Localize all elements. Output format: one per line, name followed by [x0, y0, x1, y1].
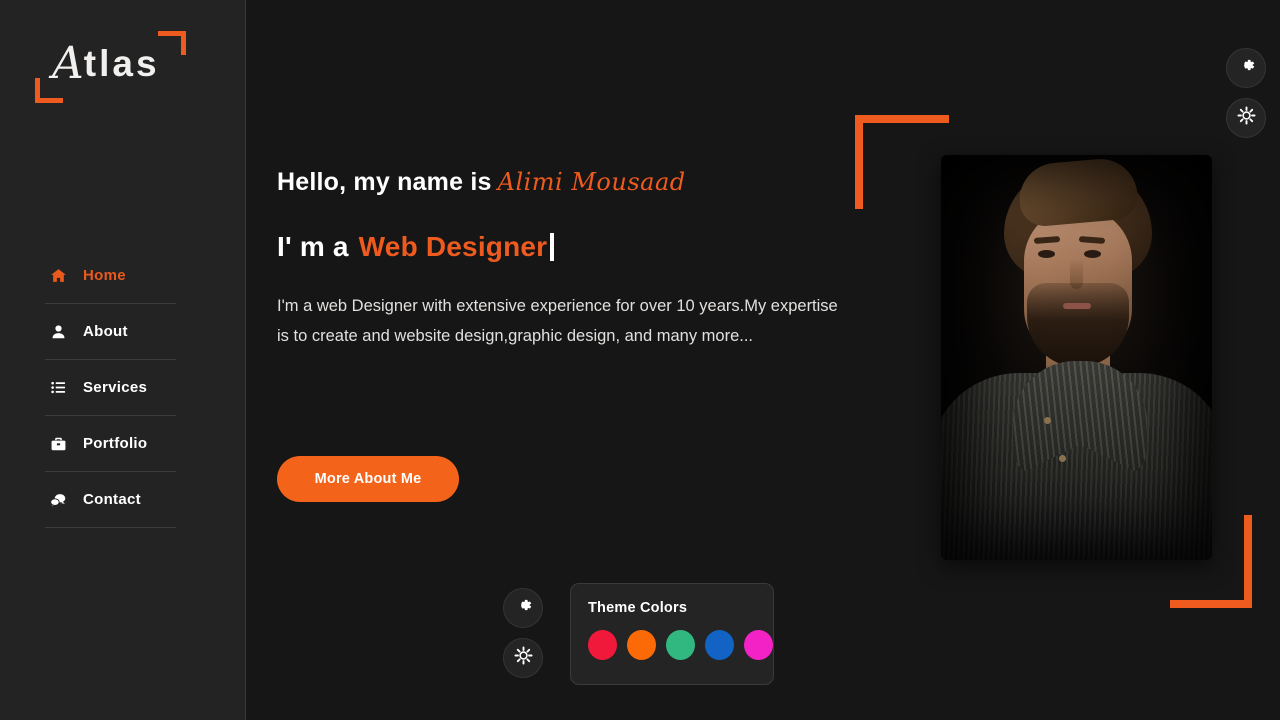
settings-button[interactable] [1226, 48, 1266, 88]
page-root: Atlas Home About Services Portfolio Cont… [0, 0, 1280, 720]
sidebar-item-label: Home [83, 267, 126, 284]
theme-swatch-magenta[interactable] [744, 630, 773, 660]
sidebar-item-label: Contact [83, 491, 141, 508]
theme-swatch-red[interactable] [588, 630, 617, 660]
typing-caret-icon [550, 233, 555, 261]
logo-rest: tlas [83, 43, 160, 84]
theme-swatch-orange[interactable] [627, 630, 656, 660]
frame-bracket-top-left-icon [855, 115, 949, 209]
hero-text-block: Hello, my name is Alimi Mousaad I' m a We… [277, 168, 897, 351]
logo[interactable]: Atlas [0, 0, 246, 130]
theme-color-swatches [588, 630, 773, 660]
main-content: Hello, my name is Alimi Mousaad I' m a We… [246, 0, 1280, 720]
hero-role-line: I' m a Web Designer [277, 231, 897, 263]
sidebar-nav: Home About Services Portfolio Contact [45, 248, 176, 528]
gear-icon [514, 596, 533, 620]
top-right-tools [1226, 48, 1266, 148]
sun-gear-icon [1236, 106, 1256, 130]
hero-bio: I'm a web Designer with extensive experi… [277, 297, 838, 345]
theme-panel-tools [503, 588, 543, 688]
sidebar-item-services[interactable]: Services [45, 360, 176, 416]
theme-colors-title: Theme Colors [588, 600, 688, 616]
sun-gear-icon [513, 646, 533, 670]
sidebar-item-about[interactable]: About [45, 304, 176, 360]
logo-text: Atlas [52, 40, 160, 86]
hero-greeting: Hello, my name is [277, 168, 492, 196]
sidebar-item-portfolio[interactable]: Portfolio [45, 416, 176, 472]
sidebar: Atlas Home About Services Portfolio Cont… [0, 0, 246, 720]
hero-intro-prefix: I' m a [277, 231, 349, 262]
sidebar-item-label: Services [83, 379, 148, 396]
theme-colors-panel: Theme Colors [570, 583, 774, 685]
sidebar-item-label: Portfolio [83, 435, 148, 452]
sidebar-item-home[interactable]: Home [45, 248, 176, 304]
sidebar-item-label: About [83, 323, 128, 340]
home-icon [45, 267, 71, 284]
briefcase-icon [45, 436, 71, 452]
theme-swatch-blue[interactable] [705, 630, 734, 660]
more-about-me-button[interactable]: More About Me [277, 456, 459, 502]
hero-name: Alimi Mousaad [497, 168, 686, 196]
theme-swatch-green[interactable] [666, 630, 695, 660]
theme-toggle-button[interactable] [1226, 98, 1266, 138]
chat-bubbles-icon [45, 492, 71, 508]
gear-icon [1237, 56, 1256, 80]
theme-settings-button[interactable] [503, 588, 543, 628]
logo-bracket-top-right-icon [158, 31, 186, 55]
hero-role: Web Designer [358, 231, 548, 262]
sidebar-item-contact[interactable]: Contact [45, 472, 176, 528]
logo-bracket-bottom-left-icon [35, 78, 63, 103]
hero-greeting-line: Hello, my name is Alimi Mousaad [277, 168, 897, 197]
theme-mode-button[interactable] [503, 638, 543, 678]
profile-photo [941, 155, 1212, 560]
list-icon [45, 380, 71, 395]
user-icon [45, 324, 71, 340]
